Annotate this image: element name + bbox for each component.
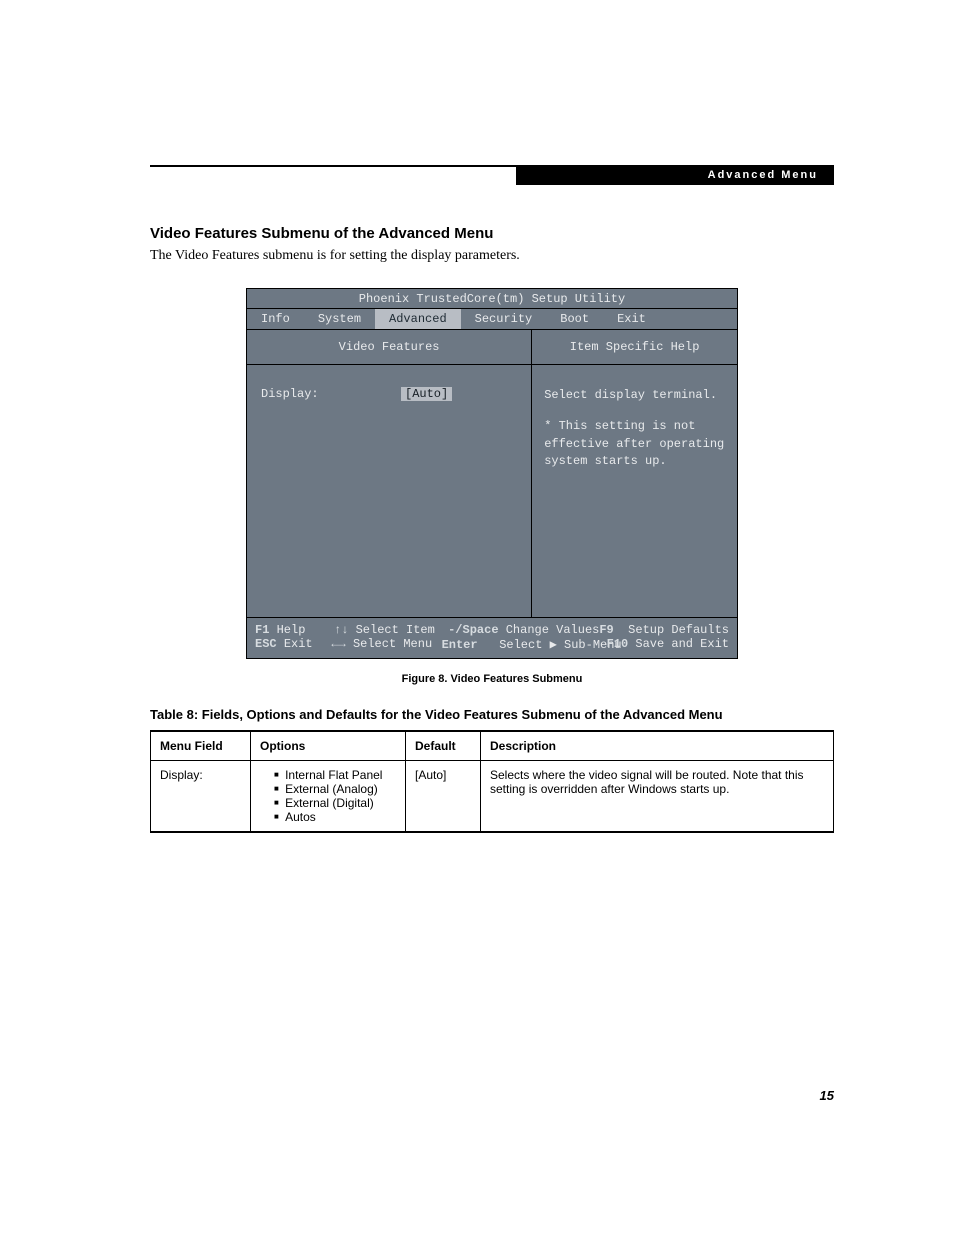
cell-menu-field: Display: bbox=[151, 761, 251, 833]
bios-main: Video Features Display: [Auto] Item Spec… bbox=[247, 330, 737, 617]
cell-default: [Auto] bbox=[406, 761, 481, 833]
th-description: Description bbox=[481, 731, 834, 761]
cell-description: Selects where the video signal will be r… bbox=[481, 761, 834, 833]
opt-ext-analog: External (Analog) bbox=[274, 782, 396, 796]
f1-help: F1 Help bbox=[255, 623, 334, 637]
top-bar: Advanced Menu bbox=[150, 167, 834, 185]
f9-defaults: F9 Setup Defaults bbox=[599, 623, 729, 637]
enter-submenu: Enter Select ▶ Sub-Menu bbox=[442, 637, 607, 652]
opt-ext-digital: External (Digital) bbox=[274, 796, 396, 810]
bios-tab-info[interactable]: Info bbox=[247, 309, 304, 329]
th-options: Options bbox=[251, 731, 406, 761]
bios-tabs: Info System Advanced Security Boot Exit bbox=[247, 309, 737, 330]
bios-footer-row2: ESC Exit ←→ Select Menu Enter Select ▶ S… bbox=[255, 637, 729, 652]
bios-help-pane: Item Specific Help Select display termin… bbox=[532, 330, 737, 617]
bios-field-label: Display: bbox=[261, 387, 401, 401]
opt-autos: Autos bbox=[274, 810, 396, 824]
th-default: Default bbox=[406, 731, 481, 761]
figure-caption: Figure 8. Video Features Submenu bbox=[150, 673, 834, 685]
bios-footer-row1: F1 Help ↑↓ Select Item -/Space Change Va… bbox=[255, 623, 729, 637]
document-page: Advanced Menu Video Features Submenu of … bbox=[0, 0, 954, 1235]
fields-table: Menu Field Options Default Description D… bbox=[150, 730, 834, 833]
table-header-row: Menu Field Options Default Description bbox=[151, 731, 834, 761]
bios-tab-exit[interactable]: Exit bbox=[603, 309, 660, 329]
esc-exit: ESC Exit bbox=[255, 637, 331, 652]
bios-help-body: Select display terminal. * This setting … bbox=[532, 365, 737, 617]
table-row: Display: Internal Flat Panel External (A… bbox=[151, 761, 834, 833]
bios-tab-boot[interactable]: Boot bbox=[546, 309, 603, 329]
f10-save: F10 Save and Exit bbox=[607, 637, 729, 652]
bios-help-title: Item Specific Help bbox=[532, 330, 737, 365]
bios-footer: F1 Help ↑↓ Select Item -/Space Change Va… bbox=[247, 617, 737, 658]
spacer bbox=[544, 404, 725, 418]
section-heading: Video Features Submenu of the Advanced M… bbox=[150, 225, 834, 242]
bios-left-pane: Video Features Display: [Auto] bbox=[247, 330, 532, 617]
bios-screenshot: Phoenix TrustedCore(tm) Setup Utility In… bbox=[246, 288, 738, 659]
bios-tab-security[interactable]: Security bbox=[461, 309, 547, 329]
table-caption: Table 8: Fields, Options and Defaults fo… bbox=[150, 707, 834, 722]
opt-internal-flat: Internal Flat Panel bbox=[274, 768, 396, 782]
lr-select-menu: ←→ Select Menu bbox=[331, 637, 441, 652]
section-chip: Advanced Menu bbox=[516, 167, 834, 185]
bios-field-value[interactable]: [Auto] bbox=[401, 387, 452, 401]
bios-help-line2: * This setting is not effective after op… bbox=[544, 418, 725, 470]
bios-left-body: Display: [Auto] bbox=[247, 365, 531, 617]
page-number: 15 bbox=[820, 1088, 834, 1103]
bios-help-line1: Select display terminal. bbox=[544, 387, 725, 404]
bios-left-title: Video Features bbox=[247, 330, 531, 365]
updown-select: ↑↓ Select Item bbox=[334, 623, 448, 637]
bios-tab-system[interactable]: System bbox=[304, 309, 375, 329]
bios-tab-advanced[interactable]: Advanced bbox=[375, 309, 461, 329]
bios-title: Phoenix TrustedCore(tm) Setup Utility bbox=[247, 289, 737, 309]
space-change: -/Space Change Values bbox=[448, 623, 599, 637]
options-list: Internal Flat Panel External (Analog) Ex… bbox=[260, 768, 396, 824]
th-menu-field: Menu Field bbox=[151, 731, 251, 761]
bios-field-display[interactable]: Display: [Auto] bbox=[261, 387, 517, 401]
section-intro: The Video Features submenu is for settin… bbox=[150, 248, 834, 264]
cell-options: Internal Flat Panel External (Analog) Ex… bbox=[251, 761, 406, 833]
